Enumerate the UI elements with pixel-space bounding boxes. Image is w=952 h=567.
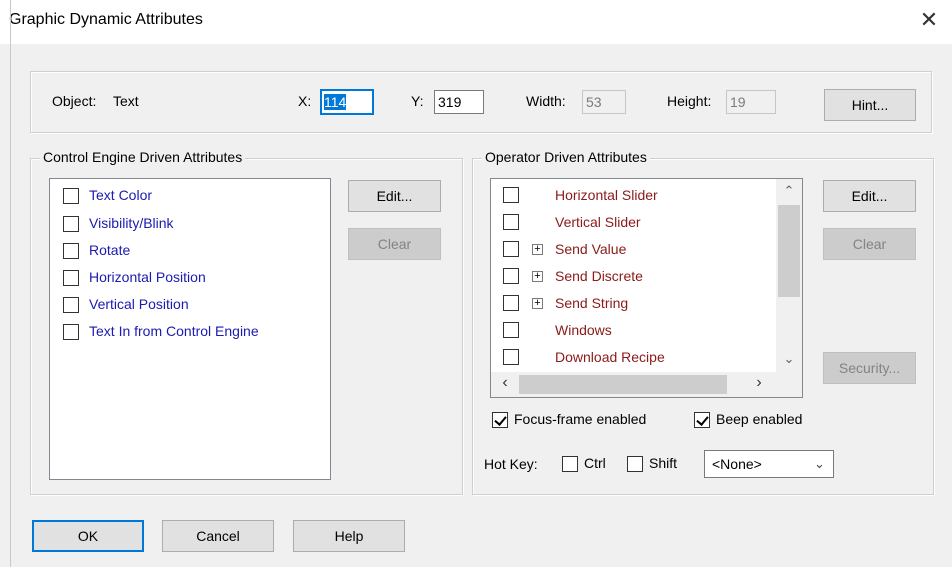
width-label: Width: <box>526 93 566 109</box>
x-label: X: <box>298 93 312 109</box>
close-icon[interactable]: ✕ <box>915 6 943 34</box>
control-item-checkbox[interactable] <box>63 270 79 286</box>
beep-label: Beep enabled <box>716 411 803 427</box>
control-item-checkbox[interactable] <box>63 188 79 204</box>
operator-item-label: Send Discrete <box>555 268 643 284</box>
control-clear-button: Clear <box>348 228 441 260</box>
x-value: 114 <box>324 94 347 110</box>
height-label: Height: <box>667 93 712 109</box>
operator-item-label: Vertical Slider <box>555 214 641 230</box>
control-edit-button[interactable]: Edit... <box>348 180 441 212</box>
scroll-left-icon[interactable]: ‹ <box>497 374 513 394</box>
operator-item-checkbox[interactable] <box>503 322 519 338</box>
operator-item-checkbox[interactable] <box>503 241 519 257</box>
y-field[interactable]: 319 <box>434 90 484 114</box>
scroll-down-icon[interactable]: ⌄ <box>780 351 798 369</box>
operator-legend: Operator Driven Attributes <box>482 149 650 165</box>
focus-frame-label: Focus-frame enabled <box>514 411 647 427</box>
shift-checkbox[interactable] <box>627 456 643 472</box>
control-item-label: Text In from Control Engine <box>89 323 259 339</box>
hotkey-label: Hot Key: <box>484 456 538 472</box>
height-field: 19 <box>726 90 776 114</box>
hint-button[interactable]: Hint... <box>824 89 916 121</box>
focus-frame-checkbox[interactable] <box>492 412 508 428</box>
operator-item-checkbox[interactable] <box>503 295 519 311</box>
chevron-down-icon: ⌄ <box>814 456 825 471</box>
object-value: Text <box>113 93 139 109</box>
operator-item-checkbox[interactable] <box>503 268 519 284</box>
operator-item-label: Send Value <box>555 241 627 257</box>
control-item-checkbox[interactable] <box>63 324 79 340</box>
scroll-right-icon[interactable]: › <box>751 374 767 394</box>
hotkey-select-value: <None> <box>712 456 762 472</box>
operator-item-label: Send String <box>555 295 629 311</box>
operator-list[interactable]: Horizontal Slider Vertical Slider + Send… <box>490 178 803 398</box>
help-button[interactable]: Help <box>293 520 405 552</box>
window-left-border <box>10 0 11 567</box>
expand-icon[interactable]: + <box>532 271 543 282</box>
shift-label: Shift <box>649 455 678 471</box>
operator-item-label: Download Recipe <box>555 349 665 365</box>
width-field: 53 <box>582 90 626 114</box>
control-item-label: Horizontal Position <box>89 269 206 285</box>
horizontal-scroll-thumb[interactable] <box>519 375 727 394</box>
dialog-title: Graphic Dynamic Attributes <box>9 11 203 28</box>
hotkey-select[interactable]: <None> ⌄ <box>704 450 834 478</box>
ctrl-label: Ctrl <box>584 455 606 471</box>
operator-item-label: Horizontal Slider <box>555 187 658 203</box>
scroll-up-icon[interactable]: ⌃ <box>780 183 798 201</box>
control-item-label: Vertical Position <box>89 296 189 312</box>
x-field[interactable]: 114 <box>320 89 374 115</box>
operator-item-checkbox[interactable] <box>503 214 519 230</box>
height-value: 19 <box>730 94 746 110</box>
ctrl-checkbox[interactable] <box>562 456 578 472</box>
y-value: 319 <box>438 94 462 110</box>
operator-edit-button[interactable]: Edit... <box>823 180 916 212</box>
cancel-button[interactable]: Cancel <box>162 520 274 552</box>
control-item-checkbox[interactable] <box>63 216 79 232</box>
control-item-checkbox[interactable] <box>63 297 79 313</box>
control-item-label: Visibility/Blink <box>89 215 174 231</box>
width-value: 53 <box>586 94 602 110</box>
control-item-label: Text Color <box>89 187 153 203</box>
expand-icon[interactable]: + <box>532 244 543 255</box>
control-engine-legend: Control Engine Driven Attributes <box>40 149 246 165</box>
operator-item-label: Windows <box>555 322 612 338</box>
ok-button[interactable]: OK <box>32 520 144 552</box>
vertical-scroll-thumb[interactable] <box>778 205 800 297</box>
control-item-label: Rotate <box>89 242 131 258</box>
operator-item-checkbox[interactable] <box>503 187 519 203</box>
object-label: Object: <box>52 93 97 109</box>
y-label: Y: <box>411 93 424 109</box>
security-button: Security... <box>823 352 916 384</box>
expand-icon[interactable]: + <box>532 298 543 309</box>
operator-item-checkbox[interactable] <box>503 349 519 365</box>
operator-clear-button: Clear <box>823 228 916 260</box>
control-item-checkbox[interactable] <box>63 243 79 259</box>
scroll-corner <box>776 372 802 397</box>
beep-checkbox[interactable] <box>694 412 710 428</box>
control-engine-list[interactable]: Text Color Visibility/Blink Rotate Horiz… <box>49 178 331 480</box>
